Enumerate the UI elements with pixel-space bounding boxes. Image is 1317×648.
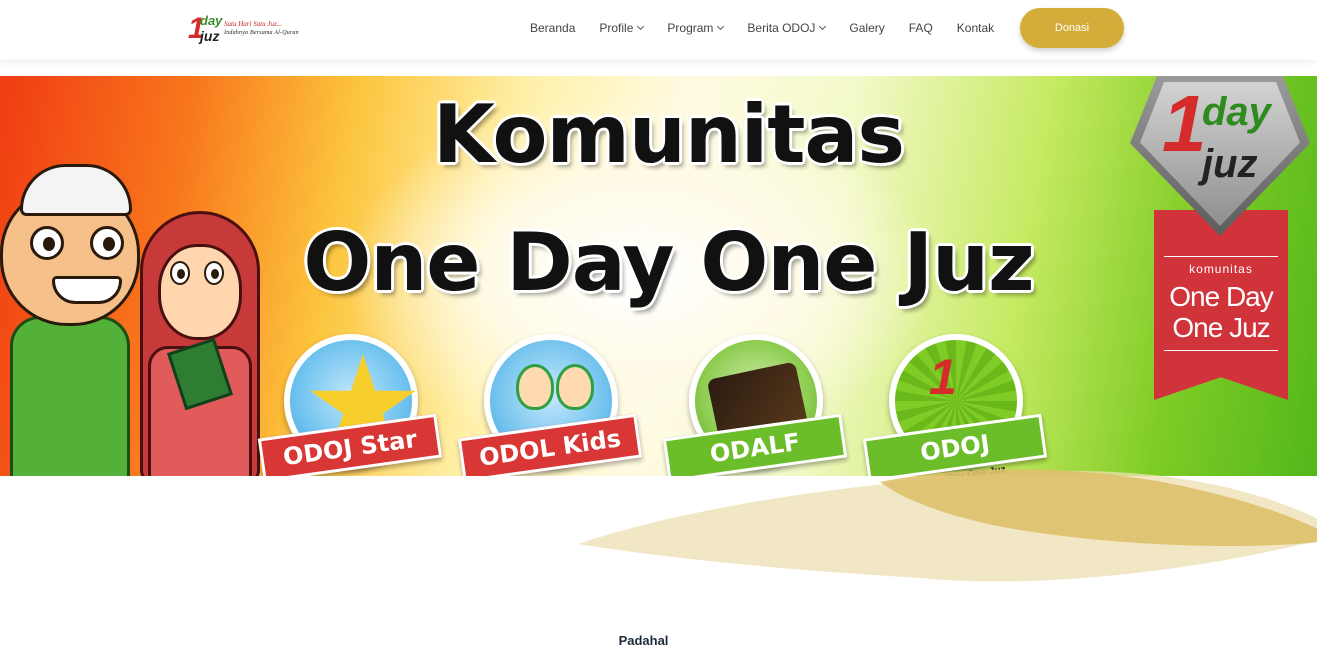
nav-label: Program [667,21,714,35]
donate-button[interactable]: Donasi [1020,8,1124,48]
emblem-komunitas: komunitas [1189,262,1253,276]
emblem-line2: One Juz [1172,312,1270,343]
odoj-emblem: 1 day juz komunitas One Day One Juz [1130,76,1310,416]
site-logo[interactable]: 1 day juz Satu Hari Satu Juz... Indahnya… [188,13,320,47]
decorative-wave [578,469,1317,582]
section-heading: Padahal [618,633,669,648]
site-header: 1 day juz Satu Hari Satu Juz... Indahnya… [0,0,1317,60]
nav-item-program[interactable]: Program [667,21,725,35]
nav-item-faq[interactable]: FAQ [909,21,933,35]
badge-odoj[interactable]: 1 ODOJ One Day One Juz [862,334,1048,476]
chevron-down-icon [717,22,725,31]
nav-label: FAQ [908,21,933,35]
banner-title-line1: Komunitas [432,88,905,181]
main-nav: Beranda Profile Program Berita ODOJ Gale… [518,0,1006,56]
odoj-logo-icon: 1 [929,352,957,402]
nav-label: Profile [599,21,634,35]
nav-label: Beranda [530,21,576,35]
logo-juz: juz [200,28,220,44]
hero-banner[interactable]: Komunitas One Day One Juz ODOJ Star ODOL… [0,76,1317,476]
kid-icon [556,364,594,410]
chevron-down-icon [637,22,645,31]
badge-odol-kids[interactable]: ODOL Kids [457,334,643,476]
banner-title-line2: One Day One Juz [303,216,1034,309]
emblem-line1: One Day [1169,281,1274,312]
logo-day: day [200,13,223,28]
emblem-divider [1164,256,1278,257]
nav-item-profile[interactable]: Profile [599,21,645,35]
nav-item-galery[interactable]: Galery [849,21,884,35]
badge-odoj-star[interactable]: ODOJ Star [257,334,443,476]
logo-subtagline: Indahnya Bersama Al-Quran [224,30,299,36]
nav-item-beranda[interactable]: Beranda [530,21,575,35]
logo-tagline: Satu Hari Satu Juz... [224,20,282,28]
chevron-down-icon [819,22,827,31]
nav-item-berita-odoj[interactable]: Berita ODOJ [747,21,827,35]
logo-one: 1 [929,349,957,405]
emblem-divider [1164,350,1278,351]
kid-icon [516,364,554,410]
nav-label: Kontak [956,21,995,35]
nav-label: Berita ODOJ [747,21,816,35]
nav-label: Galery [849,21,885,35]
emblem-juz: juz [1202,142,1258,186]
emblem-day: day [1202,90,1271,134]
badge-odalf[interactable]: ODALF [662,334,848,476]
emblem-one: 1 [1162,79,1207,168]
boy-body [10,316,130,476]
nav-item-kontak[interactable]: Kontak [957,21,994,35]
